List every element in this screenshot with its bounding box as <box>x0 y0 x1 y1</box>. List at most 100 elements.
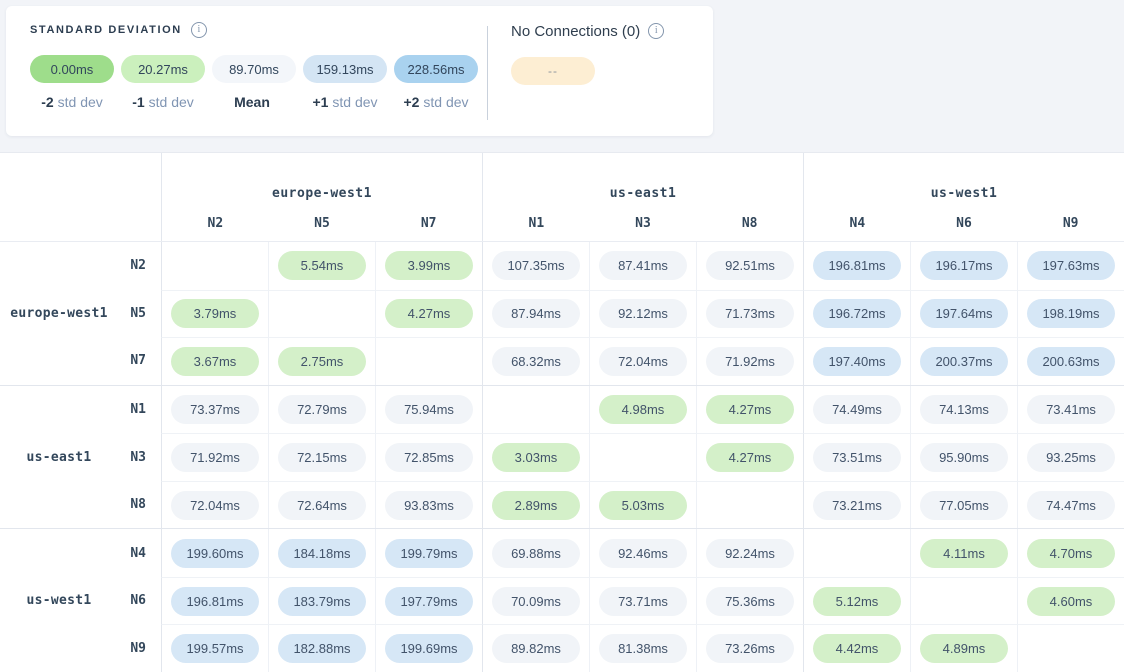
latency-matrix: europe-west1 N2 N5 N7 us-east1 N1 N3 N8 … <box>0 152 1124 672</box>
row-region-label: europe-west1 <box>0 242 118 385</box>
scale-pill-plus1: 159.13ms <box>303 55 387 83</box>
latency-pill[interactable]: 197.79ms <box>385 587 473 616</box>
latency-pill[interactable]: 87.94ms <box>492 299 580 328</box>
matrix-cell: 72.79ms <box>268 386 375 434</box>
matrix-cell: 197.63ms <box>1017 242 1124 290</box>
latency-pill[interactable]: 196.81ms <box>813 251 901 280</box>
latency-pill[interactable]: 197.40ms <box>813 347 901 376</box>
matrix-cell: 5.12ms <box>803 577 910 625</box>
matrix-cell: 196.72ms <box>803 290 910 338</box>
matrix-cell: 68.32ms <box>482 337 589 385</box>
matrix-cell <box>268 290 375 338</box>
latency-pill[interactable]: 4.60ms <box>1027 587 1115 616</box>
matrix-header: europe-west1 N2 N5 N7 us-east1 N1 N3 N8 … <box>0 153 1124 242</box>
latency-pill[interactable]: 5.12ms <box>813 587 901 616</box>
latency-pill[interactable]: 73.51ms <box>813 443 901 472</box>
latency-pill[interactable]: 92.51ms <box>706 251 794 280</box>
latency-pill[interactable]: 75.36ms <box>706 587 794 616</box>
latency-pill[interactable]: 71.92ms <box>706 347 794 376</box>
latency-pill[interactable]: 197.63ms <box>1027 251 1115 280</box>
latency-pill[interactable]: 182.88ms <box>278 634 366 663</box>
latency-pill[interactable]: 4.27ms <box>706 395 794 424</box>
latency-pill[interactable]: 199.57ms <box>171 634 259 663</box>
matrix-cell <box>910 577 1017 625</box>
latency-pill[interactable]: 73.26ms <box>706 634 794 663</box>
latency-pill[interactable]: 72.85ms <box>385 443 473 472</box>
latency-pill[interactable]: 74.47ms <box>1027 491 1115 520</box>
latency-pill[interactable]: 93.83ms <box>385 491 473 520</box>
latency-pill[interactable]: 3.79ms <box>171 299 259 328</box>
latency-pill[interactable]: 92.24ms <box>706 539 794 568</box>
latency-pill[interactable]: 73.71ms <box>599 587 687 616</box>
latency-pill[interactable]: 72.79ms <box>278 395 366 424</box>
no-connections-title: No Connections (0) <box>511 23 640 40</box>
latency-pill[interactable]: 75.94ms <box>385 395 473 424</box>
latency-pill[interactable]: 2.75ms <box>278 347 366 376</box>
latency-pill[interactable]: 5.54ms <box>278 251 366 280</box>
latency-pill[interactable]: 199.60ms <box>171 539 259 568</box>
latency-pill[interactable]: 197.64ms <box>920 299 1008 328</box>
latency-pill[interactable]: 196.81ms <box>171 587 259 616</box>
latency-pill[interactable]: 81.38ms <box>599 634 687 663</box>
latency-pill[interactable]: 184.18ms <box>278 539 366 568</box>
info-icon[interactable]: i <box>191 22 207 38</box>
latency-pill[interactable]: 71.92ms <box>171 443 259 472</box>
latency-pill[interactable]: 200.37ms <box>920 347 1008 376</box>
latency-pill[interactable]: 68.32ms <box>492 347 580 376</box>
latency-pill[interactable]: 196.72ms <box>813 299 901 328</box>
latency-pill[interactable]: 72.64ms <box>278 491 366 520</box>
no-connections-legend: No Connections (0) i -- <box>511 22 664 85</box>
latency-pill[interactable]: 92.12ms <box>599 299 687 328</box>
latency-pill[interactable]: 72.15ms <box>278 443 366 472</box>
matrix-cell: 200.37ms <box>910 337 1017 385</box>
matrix-cell: 3.03ms <box>482 433 589 481</box>
matrix-cell: 73.71ms <box>589 577 696 625</box>
latency-pill[interactable]: 4.89ms <box>920 634 1008 663</box>
latency-pill[interactable]: 77.05ms <box>920 491 1008 520</box>
latency-pill[interactable]: 73.21ms <box>813 491 901 520</box>
latency-pill[interactable]: 69.88ms <box>492 539 580 568</box>
latency-pill[interactable]: 198.19ms <box>1027 299 1115 328</box>
latency-pill[interactable]: 196.17ms <box>920 251 1008 280</box>
latency-pill[interactable]: 89.82ms <box>492 634 580 663</box>
latency-pill[interactable]: 70.09ms <box>492 587 580 616</box>
latency-pill[interactable]: 5.03ms <box>599 491 687 520</box>
column-node-header: N1 <box>483 216 590 231</box>
latency-pill[interactable]: 95.90ms <box>920 443 1008 472</box>
latency-pill[interactable]: 3.99ms <box>385 251 473 280</box>
latency-pill[interactable]: 74.13ms <box>920 395 1008 424</box>
latency-pill[interactable]: 73.37ms <box>171 395 259 424</box>
latency-pill[interactable]: 4.11ms <box>920 539 1008 568</box>
latency-pill[interactable]: 72.04ms <box>599 347 687 376</box>
latency-pill[interactable]: 3.67ms <box>171 347 259 376</box>
latency-pill[interactable]: 107.35ms <box>492 251 580 280</box>
latency-pill[interactable]: 74.49ms <box>813 395 901 424</box>
latency-pill[interactable]: 199.79ms <box>385 539 473 568</box>
latency-pill[interactable]: 4.98ms <box>599 395 687 424</box>
latency-pill[interactable]: 72.04ms <box>171 491 259 520</box>
latency-pill[interactable]: 200.63ms <box>1027 347 1115 376</box>
std-deviation-legend: STANDARD DEVIATION i 0.00ms 20.27ms 89.7… <box>30 22 478 110</box>
latency-pill[interactable]: 4.27ms <box>385 299 473 328</box>
latency-pill[interactable]: 87.41ms <box>599 251 687 280</box>
column-node-header: N2 <box>162 216 269 231</box>
latency-pill[interactable]: 3.03ms <box>492 443 580 472</box>
latency-pill[interactable]: 2.89ms <box>492 491 580 520</box>
latency-pill[interactable]: 4.70ms <box>1027 539 1115 568</box>
column-node-header: N8 <box>696 216 803 231</box>
latency-pill[interactable]: 199.69ms <box>385 634 473 663</box>
latency-pill[interactable]: 4.27ms <box>706 443 794 472</box>
column-region-title: us-west1 <box>804 186 1124 201</box>
matrix-cell: 2.75ms <box>268 337 375 385</box>
latency-pill[interactable]: 71.73ms <box>706 299 794 328</box>
column-node-header: N6 <box>911 216 1018 231</box>
latency-pill[interactable]: 92.46ms <box>599 539 687 568</box>
matrix-cell: 4.42ms <box>803 624 910 672</box>
latency-pill[interactable]: 73.41ms <box>1027 395 1115 424</box>
info-icon[interactable]: i <box>648 23 664 39</box>
latency-pill[interactable]: 4.42ms <box>813 634 901 663</box>
matrix-cell <box>589 433 696 481</box>
latency-pill[interactable]: 183.79ms <box>278 587 366 616</box>
matrix-cell: 183.79ms <box>268 577 375 625</box>
latency-pill[interactable]: 93.25ms <box>1027 443 1115 472</box>
